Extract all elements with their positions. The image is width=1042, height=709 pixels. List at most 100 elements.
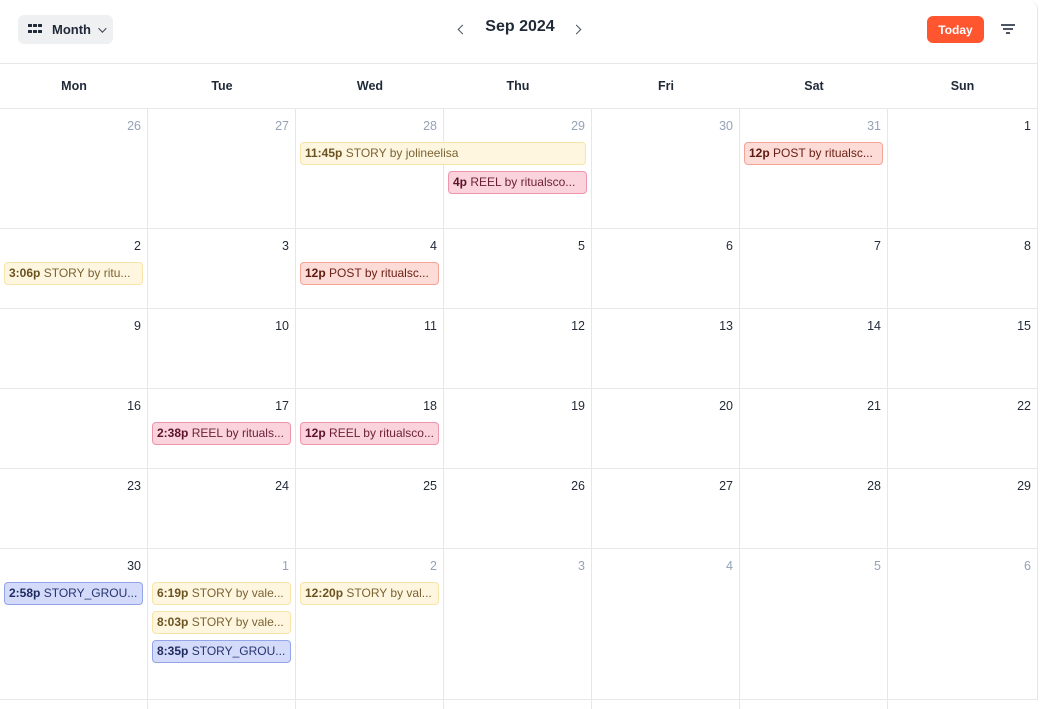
event-time: 4p xyxy=(453,175,468,189)
day-cell[interactable]: 5 xyxy=(740,549,888,709)
calendar-toolbar: Month Sep 2024 Today xyxy=(0,0,1037,64)
day-number: 29 xyxy=(1017,479,1031,493)
day-cell[interactable]: 1 6:19p STORY by vale... 8:03p STORY by va… xyxy=(148,549,296,709)
day-number: 10 xyxy=(275,319,289,333)
day-number: 28 xyxy=(423,119,437,133)
grid-icon xyxy=(28,24,42,35)
filter-icon[interactable] xyxy=(999,22,1017,36)
day-cell[interactable]: 28 11:45p STORY by jolineelisa xyxy=(296,109,586,228)
day-cell[interactable]: 30 2:58p STORY_GROU... xyxy=(0,549,148,709)
day-cell[interactable]: 17 2:38p REEL by rituals... xyxy=(148,389,296,468)
day-cell[interactable]: 29 4p REEL by ritualsco... xyxy=(444,109,592,228)
day-cell[interactable]: 9 xyxy=(0,309,148,388)
day-cell[interactable]: 26 xyxy=(444,469,592,548)
day-cell[interactable]: 2 3:06p STORY by ritu... xyxy=(0,229,148,308)
day-cell[interactable]: 3 xyxy=(444,549,592,709)
event-time: 8:35p xyxy=(157,644,189,658)
day-number: 12 xyxy=(571,319,585,333)
event-title: STORY_GROU... xyxy=(43,586,138,600)
day-cell[interactable]: 15 xyxy=(888,309,1037,388)
event-title: REEL by ritualsco... xyxy=(470,175,576,189)
day-cell[interactable]: 2 12:20p STORY by val... xyxy=(296,549,444,709)
view-mode-dropdown[interactable]: Month xyxy=(18,15,113,44)
next-month-button[interactable] xyxy=(570,20,586,38)
day-cell[interactable]: 4 xyxy=(592,549,740,709)
event-title: POST by ritualsc... xyxy=(773,146,873,160)
week-row: 16 17 2:38p REEL by rituals... 18 12p REEL b… xyxy=(0,389,1037,469)
day-cell[interactable]: 1 xyxy=(888,109,1037,228)
event-title: STORY by vale... xyxy=(191,586,284,600)
day-cell[interactable]: 21 xyxy=(740,389,888,468)
day-number: 8 xyxy=(1024,239,1031,253)
calendar-event[interactable]: 12:20p STORY by val... xyxy=(300,582,439,605)
day-cell[interactable]: 19 xyxy=(444,389,592,468)
day-number: 26 xyxy=(127,119,141,133)
event-title: STORY by vale... xyxy=(191,615,284,629)
day-number: 2 xyxy=(430,559,437,573)
calendar-event[interactable]: 6:19p STORY by vale... xyxy=(152,582,291,605)
day-number: 14 xyxy=(867,319,881,333)
day-cell[interactable]: 13 xyxy=(592,309,740,388)
day-cell[interactable]: 12 xyxy=(444,309,592,388)
calendar-event[interactable]: 8:03p STORY by vale... xyxy=(152,611,291,634)
day-cell[interactable]: 8 xyxy=(888,229,1037,308)
calendar-event[interactable]: 12p POST by ritualsc... xyxy=(300,262,439,285)
calendar-event[interactable]: 12p REEL by ritualsco... xyxy=(300,422,439,445)
day-cell[interactable]: 10 xyxy=(148,309,296,388)
day-cell[interactable]: 6 xyxy=(592,229,740,308)
month-grid: 26 27 28 11:45p STORY by jolineelisa 29 4p RE… xyxy=(0,109,1037,709)
day-cell[interactable]: 18 12p REEL by ritualsco... xyxy=(296,389,444,468)
day-cell[interactable]: 11 xyxy=(296,309,444,388)
weekday-tue: Tue xyxy=(211,79,233,93)
event-time: 8:03p xyxy=(157,615,189,629)
event-title: STORY by ritu... xyxy=(43,266,131,280)
day-cell[interactable]: 4 12p POST by ritualsc... xyxy=(296,229,444,308)
day-number: 4 xyxy=(430,239,437,253)
calendar-event[interactable]: 12p POST by ritualsc... xyxy=(744,142,883,165)
calendar-event[interactable]: 2:38p REEL by rituals... xyxy=(152,422,291,445)
event-time: 12p xyxy=(749,146,770,160)
day-cell[interactable]: 31 12p POST by ritualsc... xyxy=(740,109,888,228)
calendar-event[interactable]: 4p REEL by ritualsco... xyxy=(448,171,587,194)
day-number: 11 xyxy=(424,319,437,333)
day-cell[interactable]: 16 xyxy=(0,389,148,468)
previous-month-button[interactable] xyxy=(453,20,469,38)
day-cell[interactable]: 27 xyxy=(592,469,740,548)
day-cell[interactable]: 30 xyxy=(592,109,740,228)
event-title: REEL by rituals... xyxy=(191,426,284,440)
event-time: 12p xyxy=(305,426,326,440)
weekday-header: Mon Tue Wed Thu Fri Sat Sun xyxy=(0,64,1037,109)
day-cell[interactable]: 26 xyxy=(0,109,148,228)
calendar-event[interactable]: 8:35p STORY_GROU... xyxy=(152,640,291,663)
event-time: 11:45p xyxy=(305,146,343,160)
week-row: 23 24 25 26 27 28 29 xyxy=(0,469,1037,549)
day-cell[interactable]: 28 xyxy=(740,469,888,548)
day-cell[interactable]: 7 xyxy=(740,229,888,308)
day-cell[interactable]: 25 xyxy=(296,469,444,548)
day-number: 2 xyxy=(134,239,141,253)
day-number: 27 xyxy=(719,479,733,493)
day-number: 22 xyxy=(1017,399,1031,413)
calendar-event[interactable]: 3:06p STORY by ritu... xyxy=(4,262,143,285)
day-cell[interactable]: 3 xyxy=(148,229,296,308)
day-cell[interactable]: 14 xyxy=(740,309,888,388)
day-number: 23 xyxy=(127,479,141,493)
day-cell[interactable]: 22 xyxy=(888,389,1037,468)
day-number: 3 xyxy=(282,239,289,253)
day-cell[interactable]: 24 xyxy=(148,469,296,548)
event-title: STORY_GROU... xyxy=(191,644,286,658)
chevron-down-icon xyxy=(98,23,107,33)
calendar-event[interactable]: 11:45p STORY by jolineelisa xyxy=(300,142,586,165)
day-cell[interactable]: 27 xyxy=(148,109,296,228)
week-row: 30 2:58p STORY_GROU... 1 6:19p STORY by val… xyxy=(0,549,1037,709)
day-number: 19 xyxy=(571,399,585,413)
calendar-event[interactable]: 2:58p STORY_GROU... xyxy=(4,582,143,605)
day-number: 20 xyxy=(719,399,733,413)
day-cell[interactable]: 6 xyxy=(888,549,1037,709)
weekday-fri: Fri xyxy=(658,79,674,93)
day-cell[interactable]: 20 xyxy=(592,389,740,468)
day-cell[interactable]: 29 xyxy=(888,469,1037,548)
today-button[interactable]: Today xyxy=(927,16,984,43)
day-cell[interactable]: 5 xyxy=(444,229,592,308)
day-cell[interactable]: 23 xyxy=(0,469,148,548)
